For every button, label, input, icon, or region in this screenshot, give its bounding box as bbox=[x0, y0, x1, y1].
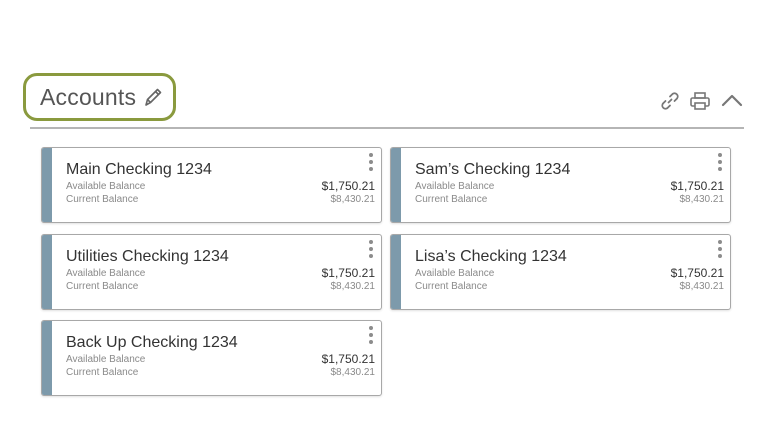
current-balance-label: Current Balance bbox=[415, 194, 488, 205]
accounts-page: Accounts Main Checking 1234 Available Ba… bbox=[0, 0, 768, 432]
more-options-icon[interactable] bbox=[717, 153, 723, 175]
current-balance-label: Current Balance bbox=[66, 367, 139, 378]
more-options-icon[interactable] bbox=[717, 240, 723, 262]
available-balance-label: Available Balance bbox=[415, 181, 495, 192]
account-card-backup-checking[interactable]: Back Up Checking 1234 Available Balance … bbox=[41, 320, 382, 396]
current-balance-label: Current Balance bbox=[415, 281, 488, 292]
account-card-main-checking[interactable]: Main Checking 1234 Available Balance Cur… bbox=[41, 147, 382, 223]
available-balance-value: $1,750.21 bbox=[321, 352, 375, 366]
account-name: Utilities Checking 1234 bbox=[66, 248, 229, 265]
account-card-lisas-checking[interactable]: Lisa’s Checking 1234 Available Balance C… bbox=[390, 234, 731, 310]
header-divider bbox=[30, 127, 744, 129]
current-balance-value: $8,430.21 bbox=[330, 194, 376, 205]
current-balance-value: $8,430.21 bbox=[330, 281, 376, 292]
current-balance-label: Current Balance bbox=[66, 194, 139, 205]
account-card-utilities-checking[interactable]: Utilities Checking 1234 Available Balanc… bbox=[41, 234, 382, 310]
current-balance-value: $8,430.21 bbox=[679, 194, 725, 205]
card-accent-bar bbox=[42, 148, 52, 222]
chevron-up-icon[interactable] bbox=[720, 90, 744, 112]
available-balance-label: Available Balance bbox=[415, 268, 495, 279]
available-balance-value: $1,750.21 bbox=[321, 266, 375, 280]
available-balance-value: $1,750.21 bbox=[321, 179, 375, 193]
more-options-icon[interactable] bbox=[368, 326, 374, 348]
card-accent-bar bbox=[42, 235, 52, 309]
current-balance-label: Current Balance bbox=[66, 281, 139, 292]
page-title: Accounts bbox=[40, 84, 137, 110]
account-card-sams-checking[interactable]: Sam’s Checking 1234 Available Balance Cu… bbox=[390, 147, 731, 223]
card-accent-bar bbox=[42, 321, 52, 395]
card-accent-bar bbox=[391, 235, 401, 309]
more-options-icon[interactable] bbox=[368, 153, 374, 175]
available-balance-label: Available Balance bbox=[66, 181, 146, 192]
card-accent-bar bbox=[391, 148, 401, 222]
link-icon[interactable] bbox=[659, 90, 681, 112]
account-name: Main Checking 1234 bbox=[66, 161, 212, 178]
available-balance-label: Available Balance bbox=[66, 354, 146, 365]
more-options-icon[interactable] bbox=[368, 240, 374, 262]
printer-icon[interactable] bbox=[689, 90, 711, 112]
account-name: Back Up Checking 1234 bbox=[66, 334, 238, 351]
pencil-icon[interactable] bbox=[143, 86, 163, 108]
current-balance-value: $8,430.21 bbox=[330, 367, 376, 378]
current-balance-value: $8,430.21 bbox=[679, 281, 725, 292]
available-balance-value: $1,750.21 bbox=[670, 266, 724, 280]
available-balance-value: $1,750.21 bbox=[670, 179, 724, 193]
account-name: Sam’s Checking 1234 bbox=[415, 161, 571, 178]
account-name: Lisa’s Checking 1234 bbox=[415, 248, 567, 265]
available-balance-label: Available Balance bbox=[66, 268, 146, 279]
